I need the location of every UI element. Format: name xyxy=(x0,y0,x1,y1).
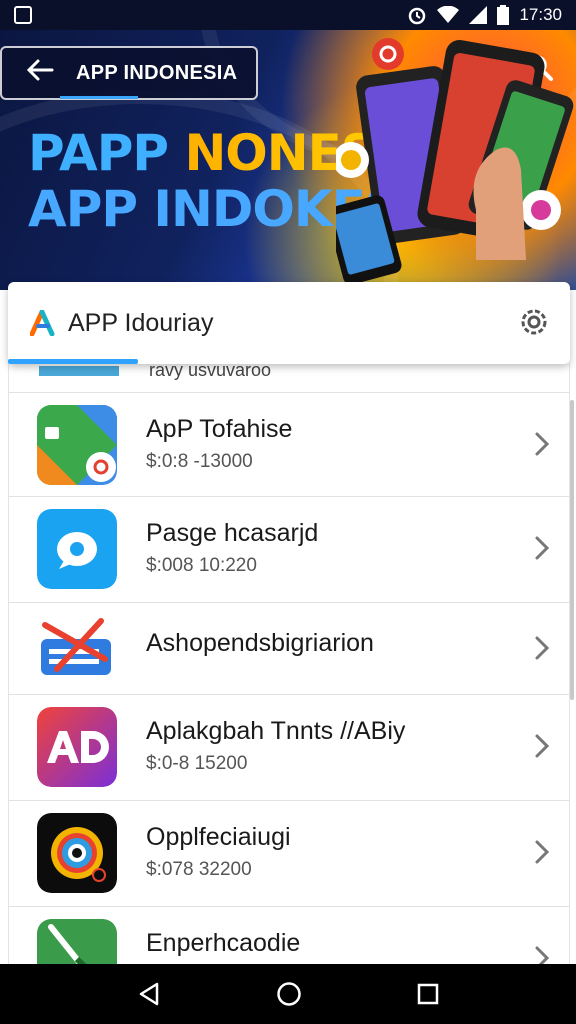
list-item[interactable]: Ashopendsbigriarion xyxy=(9,602,569,694)
phones-illustration xyxy=(336,38,574,285)
app-icon-flight xyxy=(37,609,117,689)
partial-item-thumbnail xyxy=(39,366,119,376)
chevron-right-icon xyxy=(535,432,550,456)
app-logo-icon xyxy=(30,310,55,336)
system-nav-bar xyxy=(0,964,576,1024)
status-bar: 17:30 xyxy=(0,0,576,30)
chevron-right-icon xyxy=(535,840,550,864)
wifi-icon xyxy=(437,6,460,23)
list-item[interactable]: ApP Tofahise $:0:8 -13000 xyxy=(9,392,569,496)
active-tab-indicator xyxy=(8,359,138,364)
recents-square-icon[interactable] xyxy=(417,983,439,1005)
app-name: Opplfeciaiugi xyxy=(146,823,291,851)
screen: 17:30 APP INDONESIA PAPP NONESIA APP IND… xyxy=(0,0,576,1024)
section-header-card: APP Idouriay xyxy=(8,282,570,364)
settings-icon[interactable] xyxy=(520,308,548,336)
title-underline xyxy=(60,96,138,99)
app-icon-chat xyxy=(37,509,117,589)
list-item[interactable]: Aplakgbah Tnnts //ABiy $:0-8 15200 xyxy=(9,694,569,798)
app-price: $:078 32200 xyxy=(146,859,252,880)
app-name: Pasge hcasarjd xyxy=(146,519,319,547)
chevron-right-icon xyxy=(535,734,550,758)
back-triangle-icon[interactable] xyxy=(137,982,161,1006)
back-arrow-icon[interactable] xyxy=(26,57,62,89)
app-bar: APP INDONESIA xyxy=(0,46,258,100)
app-icon-eye xyxy=(37,813,117,893)
app-name: Enperhcaodie xyxy=(146,929,301,957)
app-list: ravy usvuvaroo ApP Tofahise $:0:8 -13000 xyxy=(8,364,570,964)
chevron-right-icon xyxy=(535,946,550,964)
app-bar-title: APP INDONESIA xyxy=(76,61,238,84)
app-price: $:008 10:220 xyxy=(146,555,257,576)
status-time: 17:30 xyxy=(519,5,562,24)
list-item[interactable]: Pasge hcasarjd $:008 10:220 xyxy=(9,496,569,600)
partial-item-text: ravy usvuvaroo xyxy=(149,364,272,380)
chevron-right-icon xyxy=(535,536,550,560)
app-name: Ashopendsbigriarion xyxy=(146,629,374,657)
battery-icon xyxy=(497,5,510,25)
signal-icon xyxy=(469,6,488,24)
scrollbar[interactable] xyxy=(570,400,574,700)
app-name: ApP Tofahise xyxy=(146,415,293,443)
section-title: APP Idouriay xyxy=(68,308,214,337)
app-icon-maps xyxy=(37,405,117,485)
list-item[interactable]: Enperhcaodie xyxy=(9,906,569,964)
list-item[interactable]: Opplfeciaiugi $:078 32200 xyxy=(9,800,569,904)
alarm-icon xyxy=(409,7,426,25)
app-icon-ad xyxy=(37,707,117,787)
notification-image-icon xyxy=(14,6,32,24)
home-circle-icon[interactable] xyxy=(276,981,302,1007)
app-name: Aplakgbah Tnnts //ABiy xyxy=(146,717,406,745)
app-price: $:0-8 15200 xyxy=(146,753,248,774)
hero-banner: APP INDONESIA PAPP NONESIA APP INDOKESIA xyxy=(0,30,576,290)
list-item-partial[interactable]: ravy usvuvaroo xyxy=(9,364,569,392)
chevron-right-icon xyxy=(535,636,550,660)
app-price: $:0:8 -13000 xyxy=(146,451,253,472)
app-icon-editor xyxy=(37,919,117,964)
